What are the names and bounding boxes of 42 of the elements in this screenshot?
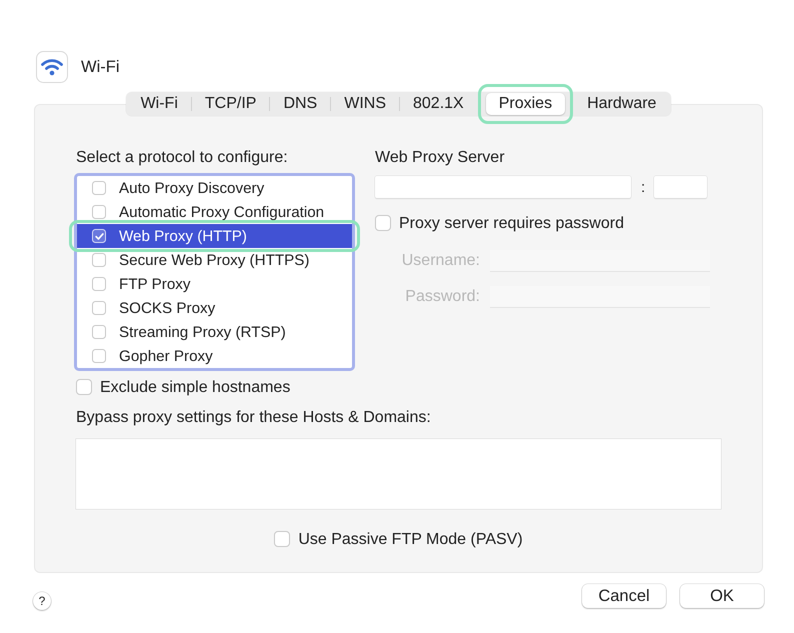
protocol-item[interactable]: Secure Web Proxy (HTTPS) xyxy=(77,248,352,272)
checkbox[interactable] xyxy=(274,531,290,547)
tab[interactable]: Hardware xyxy=(574,93,670,115)
checkmark-icon xyxy=(94,232,104,240)
tab[interactable]: Wi-Fi xyxy=(128,93,191,115)
checkbox[interactable] xyxy=(92,349,106,363)
protocol-item[interactable]: SOCKS Proxy xyxy=(77,296,352,320)
tab[interactable]: TCP/IP xyxy=(192,93,270,115)
wifi-icon xyxy=(36,51,68,83)
field-label: Password: xyxy=(404,288,480,306)
checkbox[interactable] xyxy=(92,181,106,195)
protocol-item[interactable]: Gopher Proxy xyxy=(77,344,352,368)
bypass-field[interactable] xyxy=(76,439,721,509)
checkbox[interactable] xyxy=(92,205,106,219)
tab[interactable]: Proxies xyxy=(486,93,566,115)
host-field[interactable] xyxy=(375,176,631,198)
section-label: Web Proxy Server xyxy=(375,149,506,166)
checkbox-label: Use Passive FTP Mode (PASV) xyxy=(298,530,523,548)
field-label: Username: xyxy=(400,252,480,270)
protocol-item[interactable]: Automatic Proxy Configuration xyxy=(77,200,352,224)
protocol-item[interactable]: Streaming Proxy (RTSP) xyxy=(77,320,352,344)
dialog-button[interactable]: OK xyxy=(680,584,764,608)
checkbox[interactable] xyxy=(92,277,106,291)
checkbox[interactable] xyxy=(92,325,106,339)
checkbox[interactable] xyxy=(92,253,106,267)
checkbox-label: Proxy server requires password xyxy=(399,214,624,232)
checkbox[interactable] xyxy=(76,379,92,395)
checkbox-label: Exclude simple hostnames xyxy=(100,378,290,396)
protocol-item[interactable]: FTP Proxy xyxy=(77,272,352,296)
section-label: Select a protocol to configure: xyxy=(76,149,289,166)
protocol-item[interactable]: Auto Proxy Discovery xyxy=(77,176,352,200)
tab[interactable]: 802.1X xyxy=(400,93,477,115)
tab[interactable]: DNS xyxy=(270,93,330,115)
help-button[interactable]: ? xyxy=(33,592,51,610)
tab[interactable]: WINS xyxy=(331,93,399,115)
port-field[interactable] xyxy=(654,176,708,198)
section-label: Bypass proxy settings for these Hosts & Domains: xyxy=(76,409,432,426)
checkbox[interactable] xyxy=(375,215,391,231)
port-separator: : xyxy=(641,178,646,196)
checkbox[interactable] xyxy=(92,301,106,315)
window-title: Wi-Fi xyxy=(81,58,120,76)
dialog-button[interactable]: Cancel xyxy=(582,584,666,608)
